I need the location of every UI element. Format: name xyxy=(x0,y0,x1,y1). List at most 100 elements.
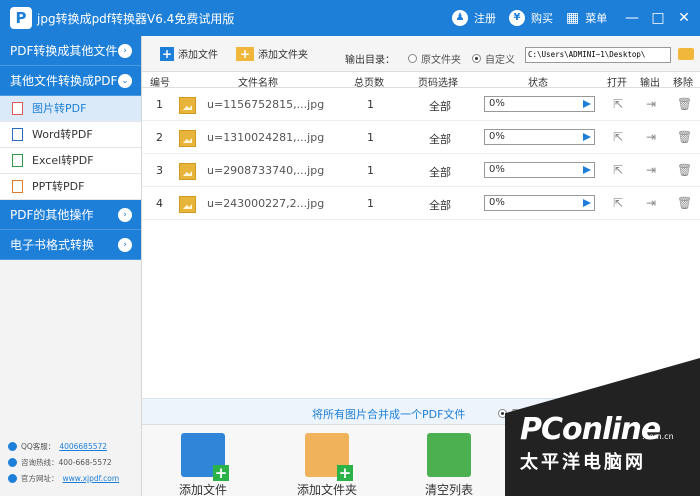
sidebar-item-word-to-pdf[interactable]: Word转PDF xyxy=(0,122,141,148)
page-count: 1 xyxy=(367,164,374,177)
register-label: 注册 xyxy=(474,12,496,25)
open-icon[interactable]: ⇱ xyxy=(611,130,625,144)
radio-dot xyxy=(472,54,481,63)
sidebar-item-label: 图片转PDF xyxy=(32,102,87,115)
trash-icon[interactable]: 🗑 xyxy=(677,97,692,111)
big-add-folder-button[interactable]: + 添加文件夹 xyxy=(282,433,372,498)
radio-custom-folder[interactable]: 自定义 xyxy=(472,51,515,66)
add-file-button[interactable]: + 添加文件 xyxy=(160,46,218,61)
add-folder-label: 添加文件夹 xyxy=(258,50,308,61)
col-number: 编号 xyxy=(150,78,170,89)
progress-value: 0% xyxy=(489,98,505,109)
sidebar-item-image-to-pdf[interactable]: 图片转PDF xyxy=(0,96,141,122)
image-thumbnail-icon xyxy=(179,163,196,180)
phone-icon xyxy=(8,458,17,467)
hotline-contact: 咨询热线： 400-668-5572 xyxy=(8,457,112,468)
trash-icon[interactable]: 🗑 xyxy=(677,196,692,210)
play-icon[interactable] xyxy=(583,199,591,207)
table-row[interactable]: 2 u=1310024281,...jpg 1 全部 0% ⇱ ⇥ 🗑 xyxy=(142,121,700,154)
broom-icon xyxy=(427,433,471,477)
add-file-label: 添加文件 xyxy=(178,50,218,61)
browse-folder-icon[interactable] xyxy=(678,48,694,60)
hotline-value: 400-668-5572 xyxy=(58,458,112,467)
image-thumbnail-icon xyxy=(179,130,196,147)
qq-link[interactable]: 4006685572 xyxy=(59,442,107,451)
radio-original-folder[interactable]: 原文件夹 xyxy=(408,51,461,66)
sidebar-group-other-to-pdf[interactable]: 其他文件转换成PDF ⌄ xyxy=(0,66,141,96)
open-icon[interactable]: ⇱ xyxy=(611,163,625,177)
open-icon[interactable]: ⇱ xyxy=(611,97,625,111)
trash-icon[interactable]: 🗑 xyxy=(677,163,692,177)
close-button[interactable]: ✕ xyxy=(674,8,694,28)
image-thumbnail-icon xyxy=(179,97,196,114)
buy-button[interactable]: ¥ 购买 xyxy=(509,9,553,27)
watermark-brand: PConline xyxy=(520,412,661,447)
minimize-button[interactable]: — xyxy=(622,8,642,28)
sidebar-group-label: 电子书格式转换 xyxy=(10,238,95,252)
add-folder-button[interactable]: + 添加文件夹 xyxy=(236,46,308,61)
sidebar-item-excel-to-pdf[interactable]: Excel转PDF xyxy=(0,148,141,174)
progress-value: 0% xyxy=(489,164,505,175)
excel-file-icon xyxy=(12,154,23,167)
sidebar-item-label: Excel转PDF xyxy=(32,154,94,167)
output-icon[interactable]: ⇥ xyxy=(644,196,658,210)
image-thumbnail-icon xyxy=(179,196,196,213)
progress-bar: 0% xyxy=(484,162,595,178)
user-icon: ♟ xyxy=(452,10,468,26)
chevron-down-icon: ⌄ xyxy=(118,74,132,88)
open-icon[interactable]: ⇱ xyxy=(611,196,625,210)
big-add-file-button[interactable]: + 添加文件 xyxy=(158,433,248,498)
radio-label: 原文件夹 xyxy=(421,55,461,66)
chevron-right-icon: › xyxy=(118,238,132,252)
app-logo: P xyxy=(10,7,32,29)
play-icon[interactable] xyxy=(583,166,591,174)
play-icon[interactable] xyxy=(583,100,591,108)
page-count: 1 xyxy=(367,98,374,111)
table-row[interactable]: 4 u=243000227,2...jpg 1 全部 0% ⇱ ⇥ 🗑 xyxy=(142,187,700,220)
output-icon[interactable]: ⇥ xyxy=(644,130,658,144)
col-output: 输出 xyxy=(640,78,660,89)
radio-dot xyxy=(408,54,417,63)
app-title: jpg转换成pdf转换器V6.4免费试用版 xyxy=(37,12,235,26)
clear-list-button[interactable]: 清空列表 xyxy=(404,433,494,498)
page-select[interactable]: 全部 xyxy=(429,131,451,147)
output-icon[interactable]: ⇥ xyxy=(644,97,658,111)
maximize-button[interactable]: □ xyxy=(648,8,668,28)
grid-icon: ▦ xyxy=(566,10,580,26)
file-name: u=1310024281,...jpg xyxy=(207,131,325,144)
sidebar-item-ppt-to-pdf[interactable]: PPT转PDF xyxy=(0,174,141,200)
trash-icon[interactable]: 🗑 xyxy=(677,130,692,144)
play-icon[interactable] xyxy=(583,133,591,141)
progress-bar: 0% xyxy=(484,96,595,112)
site-contact: 官方网址： www.xjpdf.com xyxy=(8,473,119,484)
row-number: 4 xyxy=(156,197,163,210)
folder-add-icon: + xyxy=(305,433,353,481)
register-button[interactable]: ♟ 注册 xyxy=(452,9,496,27)
menu-label: 菜单 xyxy=(585,12,608,25)
sidebar-group-pdf-to-other[interactable]: PDF转换成其他文件 › xyxy=(0,36,141,66)
page-select[interactable]: 全部 xyxy=(429,98,451,114)
table-row[interactable]: 3 u=2908733740,...jpg 1 全部 0% ⇱ ⇥ 🗑 xyxy=(142,154,700,187)
page-count: 1 xyxy=(367,197,374,210)
watermark-url: .com.cn xyxy=(642,432,674,441)
site-label: 官方网址： xyxy=(21,474,59,483)
page-select[interactable]: 全部 xyxy=(429,197,451,213)
merge-option-label: 将所有图片合并成一个PDF文件 xyxy=(312,408,466,421)
sidebar-group-label: PDF转换成其他文件 xyxy=(10,44,118,58)
file-name: u=2908733740,...jpg xyxy=(207,164,325,177)
sidebar-group-ebook[interactable]: 电子书格式转换 › xyxy=(0,230,141,260)
menu-button[interactable]: ▦ 菜单 xyxy=(566,9,607,27)
table-row[interactable]: 1 u=1156752815,...jpg 1 全部 0% ⇱ ⇥ 🗑 xyxy=(142,88,700,121)
chevron-right-icon: › xyxy=(118,44,132,58)
file-name: u=243000227,2...jpg xyxy=(207,197,325,210)
sidebar-group-pdf-other-ops[interactable]: PDF的其他操作 › xyxy=(0,200,141,230)
site-link[interactable]: www.xjpdf.com xyxy=(63,474,120,483)
sidebar-group-label: PDF的其他操作 xyxy=(10,208,94,222)
page-count: 1 xyxy=(367,131,374,144)
col-status: 状态 xyxy=(528,78,548,89)
page-select[interactable]: 全部 xyxy=(429,164,451,180)
toolbar: + 添加文件 + 添加文件夹 输出目录： 原文件夹 自定义 C:\Users\A… xyxy=(142,36,700,72)
document-add-icon: + xyxy=(181,433,229,481)
output-icon[interactable]: ⇥ xyxy=(644,163,658,177)
output-path-input[interactable]: C:\Users\ADMINI~1\Desktop\ xyxy=(525,47,671,63)
